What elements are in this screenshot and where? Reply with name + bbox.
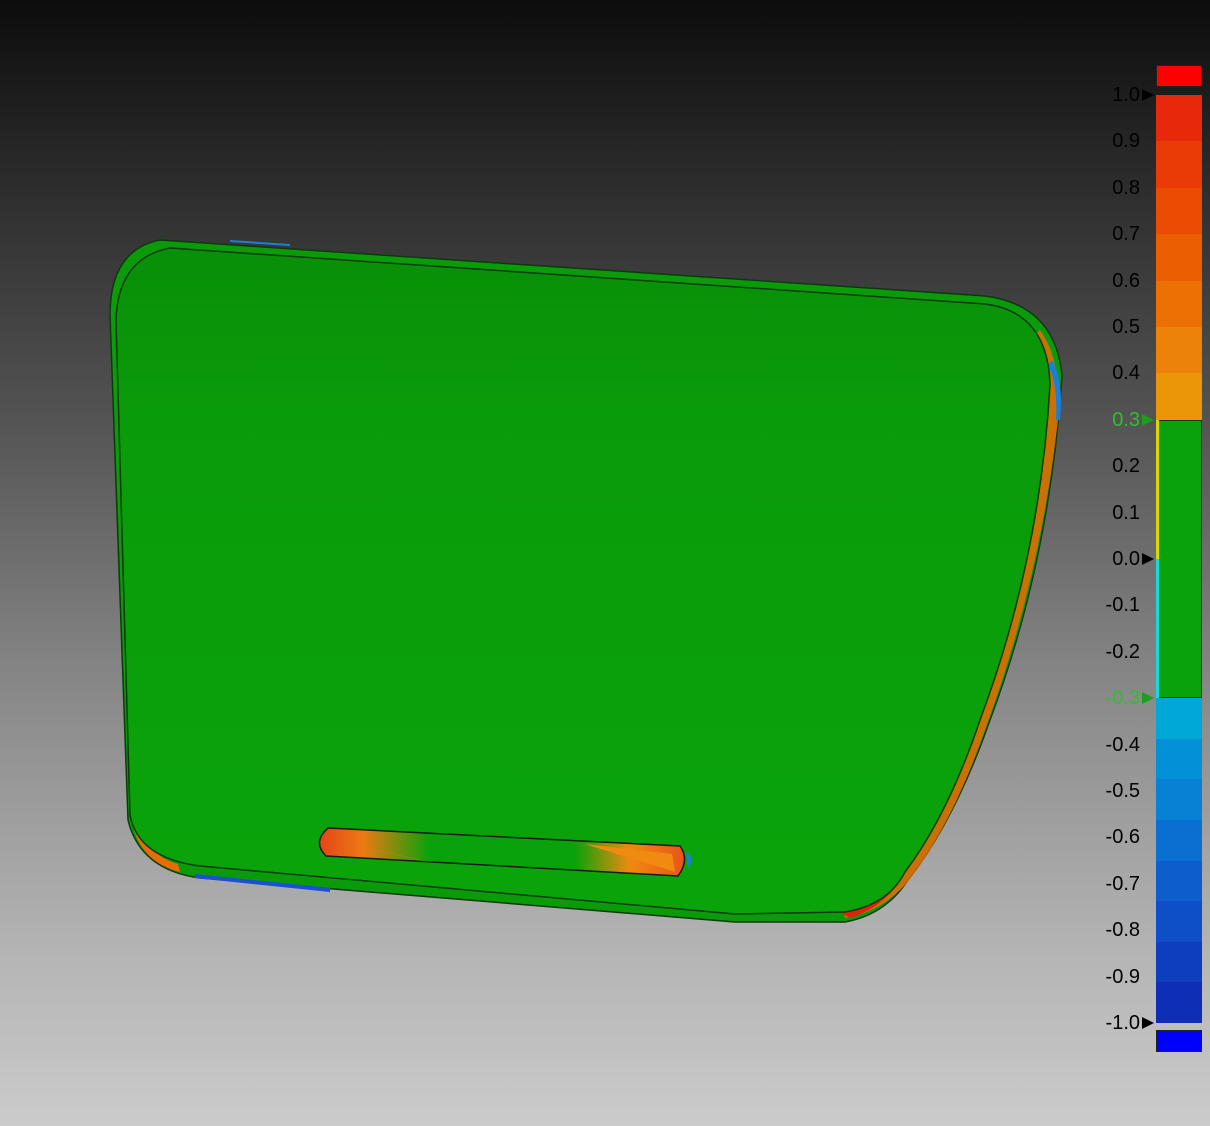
color-band	[1156, 141, 1202, 188]
scale-label: 0.0	[1112, 548, 1140, 570]
scale-label: 0.8	[1112, 176, 1140, 199]
scale-label: 0.4	[1112, 362, 1140, 385]
color-band	[1156, 187, 1202, 235]
triangle-marker-icon	[1142, 413, 1154, 426]
tolerance-band	[1156, 419, 1202, 699]
tolerance-edge-warm	[1156, 419, 1159, 559]
color-band	[1156, 860, 1202, 902]
scale-label: -1.0	[1105, 1012, 1140, 1034]
panel-model[interactable]	[109, 239, 1063, 923]
color-band	[1156, 698, 1202, 739]
3d-viewport[interactable]	[0, 0, 1210, 1126]
scale-label: 0.9	[1112, 130, 1140, 153]
under-range-cap	[1156, 1030, 1202, 1052]
color-band	[1156, 95, 1202, 142]
scale-label: 0.5	[1112, 316, 1140, 338]
color-band	[1156, 982, 1202, 1023]
color-band	[1156, 941, 1202, 983]
color-band	[1156, 234, 1202, 281]
panel-face	[115, 247, 1051, 915]
color-band	[1156, 373, 1202, 420]
scale-label: -0.8	[1105, 919, 1140, 942]
color-band	[1156, 820, 1202, 861]
scale-label: 0.6	[1112, 269, 1140, 292]
scale-label: 0.7	[1112, 223, 1140, 246]
scale-label: -0.4	[1105, 733, 1140, 756]
triangle-marker-icon	[1142, 692, 1154, 705]
tolerance-edge-cool	[1156, 559, 1159, 699]
scale-label: -0.1	[1105, 594, 1140, 617]
scale-label: -0.2	[1105, 640, 1140, 663]
color-band	[1156, 779, 1202, 820]
triangle-marker-icon	[1142, 553, 1154, 565]
triangle-marker-icon	[1142, 89, 1154, 101]
scale-label: -0.7	[1105, 872, 1140, 895]
scale-label: 0.3	[1112, 408, 1140, 431]
color-band	[1156, 280, 1202, 327]
scale-label: -0.6	[1105, 826, 1140, 849]
scale-label: 1.0	[1112, 84, 1140, 106]
scale-label: -0.5	[1105, 780, 1140, 802]
color-band	[1156, 327, 1202, 374]
color-band	[1156, 901, 1202, 942]
scale-label: -0.9	[1105, 965, 1140, 988]
scale-label: -0.3	[1105, 687, 1140, 710]
scale-label: 0.2	[1112, 455, 1140, 478]
color-scale-legend: 1.0 0.9 0.8 0.7 0.6 0.5 0.4 0.3 0.2 0.1 0.0 -0.1 -0.…	[1080, 0, 1210, 1126]
scale-label: 0.1	[1112, 501, 1140, 524]
color-band	[1156, 738, 1202, 780]
triangle-marker-icon	[1142, 1017, 1154, 1029]
over-range-cap	[1156, 65, 1202, 87]
